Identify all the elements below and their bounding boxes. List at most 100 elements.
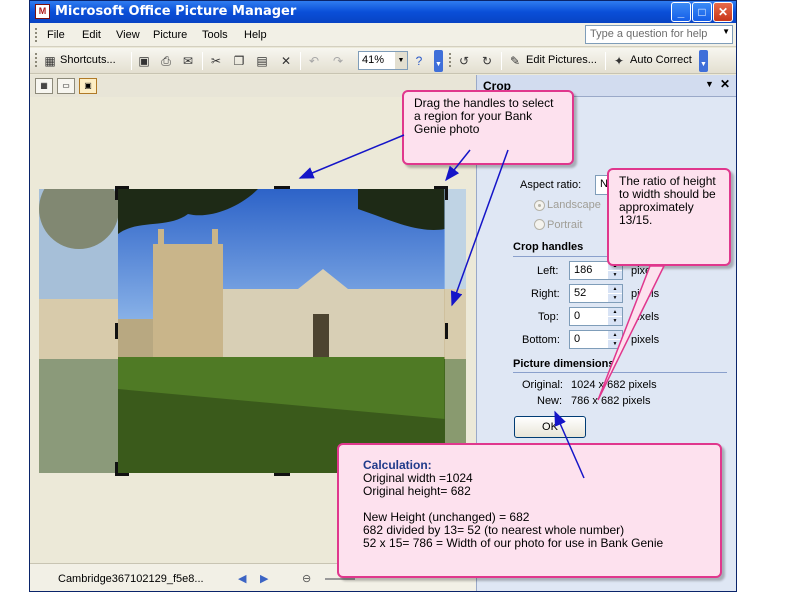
right-spinner[interactable]: 52 ▲ ▼ bbox=[569, 284, 623, 303]
top-label: Top: bbox=[538, 311, 559, 323]
thumbnail-view-icon[interactable]: ▦ bbox=[35, 78, 53, 94]
shortcuts-icon[interactable]: ▦ bbox=[42, 53, 58, 69]
auto-correct-icon[interactable]: ✦ bbox=[611, 53, 627, 69]
menu-file[interactable]: File bbox=[47, 29, 65, 41]
toolbar-options-icon[interactable]: ▼ bbox=[699, 50, 708, 72]
picture-dimensions-heading: Picture dimensions bbox=[513, 358, 615, 370]
left-label: Left: bbox=[537, 265, 559, 277]
spin-down-icon[interactable]: ▼ bbox=[608, 340, 622, 348]
bottom-label: Bottom: bbox=[522, 334, 560, 346]
cropped-out-left-region bbox=[39, 189, 119, 473]
crop-handle-bottom[interactable] bbox=[274, 473, 290, 476]
crop-handle-right[interactable] bbox=[445, 323, 448, 339]
help-icon[interactable]: ? bbox=[411, 53, 427, 69]
landscape-radio[interactable] bbox=[534, 200, 545, 211]
right-value: 52 bbox=[574, 287, 587, 299]
bottom-spinner[interactable]: 0 ▲ ▼ bbox=[569, 330, 623, 349]
auto-correct-button[interactable]: Auto Correct bbox=[630, 54, 692, 66]
picture-manager-icon: M bbox=[35, 4, 50, 19]
ok-button[interactable]: OK bbox=[514, 416, 586, 438]
menu-help[interactable]: Help bbox=[244, 29, 267, 41]
crop-handle-top-left[interactable] bbox=[115, 186, 129, 200]
left-value: 186 bbox=[574, 264, 593, 276]
toolbar-grip[interactable] bbox=[35, 53, 38, 67]
rotate-left-icon[interactable]: ↺ bbox=[456, 53, 472, 69]
new-label: New: bbox=[537, 395, 563, 407]
chevron-down-icon[interactable]: ▼ bbox=[395, 52, 407, 69]
menu-picture[interactable]: Picture bbox=[153, 29, 187, 41]
spin-down-icon[interactable]: ▼ bbox=[608, 271, 622, 279]
edit-pictures-button[interactable]: Edit Pictures... bbox=[526, 54, 597, 66]
crop-handle-top-right[interactable] bbox=[434, 186, 448, 200]
spin-up-icon[interactable]: ▲ bbox=[608, 308, 622, 316]
previous-picture-icon[interactable]: ◀ bbox=[238, 572, 246, 585]
print-icon[interactable]: ⎙ bbox=[158, 53, 174, 69]
edit-pictures-icon[interactable]: ✎ bbox=[507, 53, 523, 69]
toolbar-separator bbox=[131, 52, 132, 70]
menu-tools[interactable]: Tools bbox=[202, 29, 228, 41]
right-units: pixels bbox=[631, 288, 660, 300]
spin-down-icon[interactable]: ▼ bbox=[608, 294, 622, 302]
single-picture-view-icon[interactable]: ▣ bbox=[79, 78, 97, 94]
zoom-value: 41% bbox=[362, 54, 385, 66]
menu-view[interactable]: View bbox=[116, 29, 140, 41]
aspect-ratio-callout: The ratio of height to width should be a… bbox=[607, 168, 731, 266]
spin-up-icon[interactable]: ▲ bbox=[608, 285, 622, 293]
standard-toolbar: ▦ Shortcuts... ▣ ⎙ ✉ ✂ ❐ ▤ ✕ ↶ ↷ 41% ▼ ?… bbox=[30, 48, 736, 74]
close-button[interactable]: ✕ bbox=[713, 2, 733, 22]
zoom-select[interactable]: 41% ▼ bbox=[358, 51, 408, 70]
top-value: 0 bbox=[574, 310, 581, 322]
menu-edit[interactable]: Edit bbox=[82, 29, 101, 41]
chevron-down-icon[interactable]: ▼ bbox=[705, 79, 714, 89]
chevron-down-icon[interactable]: ▼ bbox=[722, 27, 730, 36]
calculation-line: 52 x 15= 786 = Width of our photo for us… bbox=[363, 536, 664, 550]
crop-handles-heading: Crop handles bbox=[513, 241, 584, 253]
zoom-slider-track[interactable] bbox=[325, 578, 355, 580]
drag-handles-callout: Drag the handles to select a region for … bbox=[402, 90, 574, 165]
next-picture-icon[interactable]: ▶ bbox=[260, 572, 268, 585]
toolbar-separator bbox=[501, 52, 502, 70]
paste-icon[interactable]: ▤ bbox=[254, 53, 270, 69]
top-spinner[interactable]: 0 ▲ ▼ bbox=[569, 307, 623, 326]
calculation-callout: Calculation: Original width =1024 Origin… bbox=[337, 443, 722, 578]
spin-down-icon[interactable]: ▼ bbox=[608, 317, 622, 325]
bottom-value: 0 bbox=[574, 333, 581, 345]
crop-handle-left[interactable] bbox=[115, 323, 118, 339]
landscape-label: Landscape bbox=[547, 199, 601, 211]
crop-handle-bottom-left[interactable] bbox=[115, 462, 129, 476]
ask-question-placeholder: Type a question for help bbox=[590, 28, 708, 40]
portrait-radio[interactable] bbox=[534, 219, 545, 230]
copy-icon[interactable]: ❐ bbox=[231, 53, 247, 69]
minimize-button[interactable]: _ bbox=[671, 2, 691, 22]
maximize-button[interactable]: □ bbox=[692, 2, 712, 22]
delete-icon[interactable]: ✕ bbox=[278, 53, 294, 69]
current-filename: Cambridge367102129_f5e8... bbox=[58, 573, 204, 585]
original-label: Original: bbox=[522, 379, 563, 391]
aspect-ratio-label: Aspect ratio: bbox=[520, 179, 582, 191]
menu-bar: File Edit View Picture Tools Help Type a… bbox=[30, 23, 736, 47]
window-title: Microsoft Office Picture Manager bbox=[55, 4, 297, 19]
close-icon[interactable]: ✕ bbox=[720, 77, 730, 91]
filmstrip-view-icon[interactable]: ▭ bbox=[57, 78, 75, 94]
shortcuts-button[interactable]: Shortcuts... bbox=[60, 54, 116, 66]
undo-icon[interactable]: ↶ bbox=[306, 53, 322, 69]
title-bar[interactable]: M Microsoft Office Picture Manager _ □ ✕ bbox=[30, 1, 736, 23]
calculation-line: Original height= 682 bbox=[363, 484, 471, 498]
left-units: pixels bbox=[631, 265, 660, 277]
save-icon[interactable]: ▣ bbox=[136, 53, 152, 69]
bottom-units: pixels bbox=[631, 334, 660, 346]
toolbar-grip[interactable] bbox=[449, 53, 452, 67]
cut-icon[interactable]: ✂ bbox=[208, 53, 224, 69]
toolbar-options-icon[interactable]: ▼ bbox=[434, 50, 443, 72]
portrait-label: Portrait bbox=[547, 219, 583, 231]
rotate-right-icon[interactable]: ↻ bbox=[479, 53, 495, 69]
new-dimensions: 786 x 682 pixels bbox=[571, 395, 651, 407]
menubar-grip[interactable] bbox=[35, 28, 38, 42]
redo-icon[interactable]: ↷ bbox=[330, 53, 346, 69]
zoom-out-icon[interactable]: ⊖ bbox=[302, 572, 311, 585]
spin-up-icon[interactable]: ▲ bbox=[608, 331, 622, 339]
ask-question-input[interactable]: Type a question for help ▼ bbox=[585, 25, 733, 44]
crop-handle-top[interactable] bbox=[274, 186, 290, 189]
toolbar-separator bbox=[605, 52, 606, 70]
email-icon[interactable]: ✉ bbox=[180, 53, 196, 69]
